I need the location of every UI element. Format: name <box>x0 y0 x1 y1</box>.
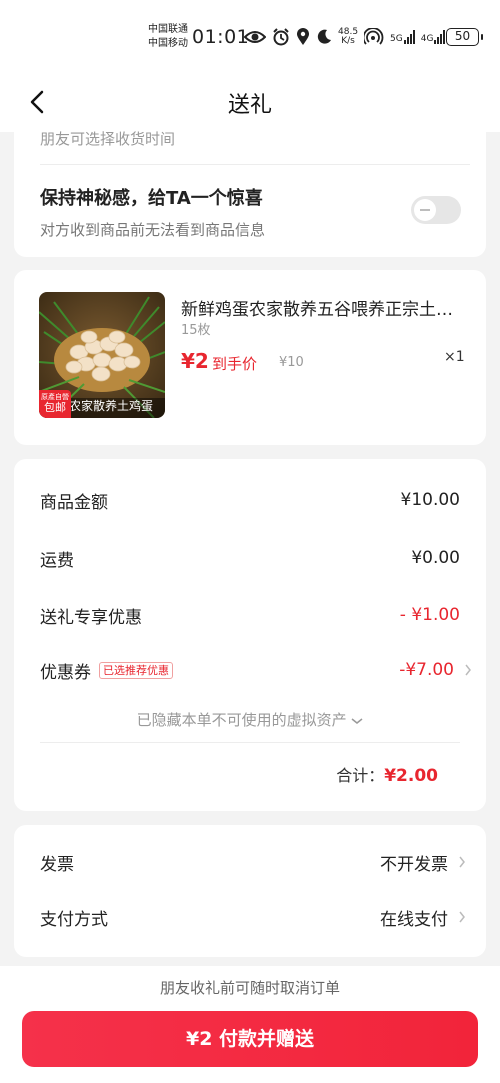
coupon-label-group: 优惠券 已选推荐优惠 <box>40 658 173 683</box>
product-price: ¥2 <box>181 349 209 373</box>
product-spec: 15枚 <box>181 323 211 338</box>
payment-method-row[interactable]: 支付方式 在线支付 <box>40 902 466 932</box>
goods-amount-label: 商品金额 <box>40 492 108 513</box>
hidden-assets-text: 已隐藏本单不可使用的虚拟资产 <box>136 711 347 729</box>
coupon-label: 优惠券 <box>40 662 91 683</box>
product-image[interactable]: 农家散养土鸡蛋 原產自營 包邮 <box>39 292 165 418</box>
surprise-title: 保持神秘感，给TA一个惊喜 <box>40 188 263 209</box>
payment-method-label: 支付方式 <box>40 909 108 930</box>
invoice-value-group: 不开发票 <box>380 850 466 875</box>
coupon-value: -¥7.00 <box>399 660 454 680</box>
order-options-card: 发票 不开发票 支付方式 在线支付 <box>14 825 486 957</box>
goods-amount-row: 商品金额 ¥10.00 <box>40 485 460 515</box>
product-price-label: 到手价 <box>212 355 258 373</box>
payment-method-value-group: 在线支付 <box>380 905 466 930</box>
coupon-row[interactable]: 优惠券 已选推荐优惠 -¥7.00 <box>40 655 472 685</box>
toggle-knob <box>414 199 436 221</box>
hidden-assets-toggle[interactable]: 已隐藏本单不可使用的虚拟资产 <box>14 709 486 730</box>
order-total: 合计：¥2.00 <box>336 762 438 786</box>
surprise-toggle[interactable] <box>411 196 461 224</box>
total-value: ¥2.00 <box>384 766 438 786</box>
chevron-right-icon <box>459 856 465 868</box>
page-title: 送礼 <box>227 93 272 118</box>
signal-bars-icon <box>434 30 446 44</box>
carrier-1: 中国联通 <box>148 24 188 35</box>
divider <box>40 164 470 165</box>
product-original-price: ¥10 <box>279 355 304 370</box>
product-image-caption: 农家散养土鸡蛋 <box>69 399 154 413</box>
network-speed-unit: K/s <box>341 36 355 46</box>
gift-discount-label: 送礼专享优惠 <box>40 607 142 628</box>
carrier-2: 中国移动 <box>148 38 188 49</box>
free-shipping-tag: 原產自營 包邮 <box>39 390 71 418</box>
alarm-icon <box>273 28 289 46</box>
location-icon <box>297 28 309 45</box>
chevron-right-icon <box>465 664 471 676</box>
signal-bars-icon <box>403 30 415 44</box>
shipping-value: ¥0.00 <box>411 548 460 568</box>
divider <box>40 742 460 743</box>
payment-method-value: 在线支付 <box>380 909 448 930</box>
product-quantity: ×1 <box>444 349 465 365</box>
network-speed: 48.5 K/s <box>338 28 358 46</box>
free-shipping-tag-label: 包邮 <box>44 401 66 414</box>
shipping-row: 运费 ¥0.00 <box>40 543 460 573</box>
signal-5g: 5G <box>390 30 415 44</box>
shipping-label: 运费 <box>40 550 74 571</box>
chevron-right-icon <box>459 911 465 923</box>
coupon-badge: 已选推荐优惠 <box>99 661 173 679</box>
total-label: 合计： <box>336 766 385 785</box>
moon-icon <box>317 29 331 44</box>
price-summary-card: 商品金额 ¥10.00 运费 ¥0.00 送礼专享优惠 - ¥1.00 优惠券 … <box>14 459 486 811</box>
status-time: 01:01 <box>192 26 250 48</box>
gift-settings-card: 朋友可选择收货时间 保持神秘感，给TA一个惊喜 对方收到商品前无法看到商品信息 <box>14 118 486 257</box>
pay-and-gift-button[interactable]: ¥2 付款并赠送 <box>22 1011 478 1067</box>
coupon-value-group: -¥7.00 <box>399 660 472 680</box>
surprise-subtitle: 对方收到商品前无法看到商品信息 <box>40 221 266 239</box>
status-icons: 48.5 K/s 5G 4G <box>244 26 446 48</box>
product-card[interactable]: 农家散养土鸡蛋 原產自營 包邮 新鲜鸡蛋农家散养五谷喂养正宗土鸡蛋 15枚 ¥2… <box>14 270 486 445</box>
battery-indicator: 50 <box>446 28 483 46</box>
signal-5g-label: 5G <box>390 34 403 44</box>
receive-time-text: 朋友可选择收货时间 <box>40 130 176 148</box>
eye-icon <box>244 31 266 43</box>
product-title: 新鲜鸡蛋农家散养五谷喂养正宗土鸡蛋 <box>181 300 461 320</box>
invoice-value: 不开发票 <box>380 854 448 875</box>
footer-bar: ¥2 付款并赠送 <box>0 1000 500 1083</box>
signal-4g-label: 4G <box>420 34 434 44</box>
goods-amount-value: ¥10.00 <box>400 490 460 510</box>
gift-discount-row: 送礼专享优惠 - ¥1.00 <box>40 600 460 630</box>
invoice-row[interactable]: 发票 不开发票 <box>40 847 466 877</box>
invoice-label: 发票 <box>40 854 74 875</box>
chevron-down-icon <box>351 718 363 724</box>
status-bar: 中国联通 中国移动 01:01 48.5 K/s 5G 4G 50 <box>0 0 500 72</box>
carrier-info: 中国联通 中国移动 <box>148 23 188 51</box>
gift-discount-value: - ¥1.00 <box>399 605 460 625</box>
signal-4g: 4G <box>421 30 446 44</box>
hotspot-icon <box>364 28 384 45</box>
